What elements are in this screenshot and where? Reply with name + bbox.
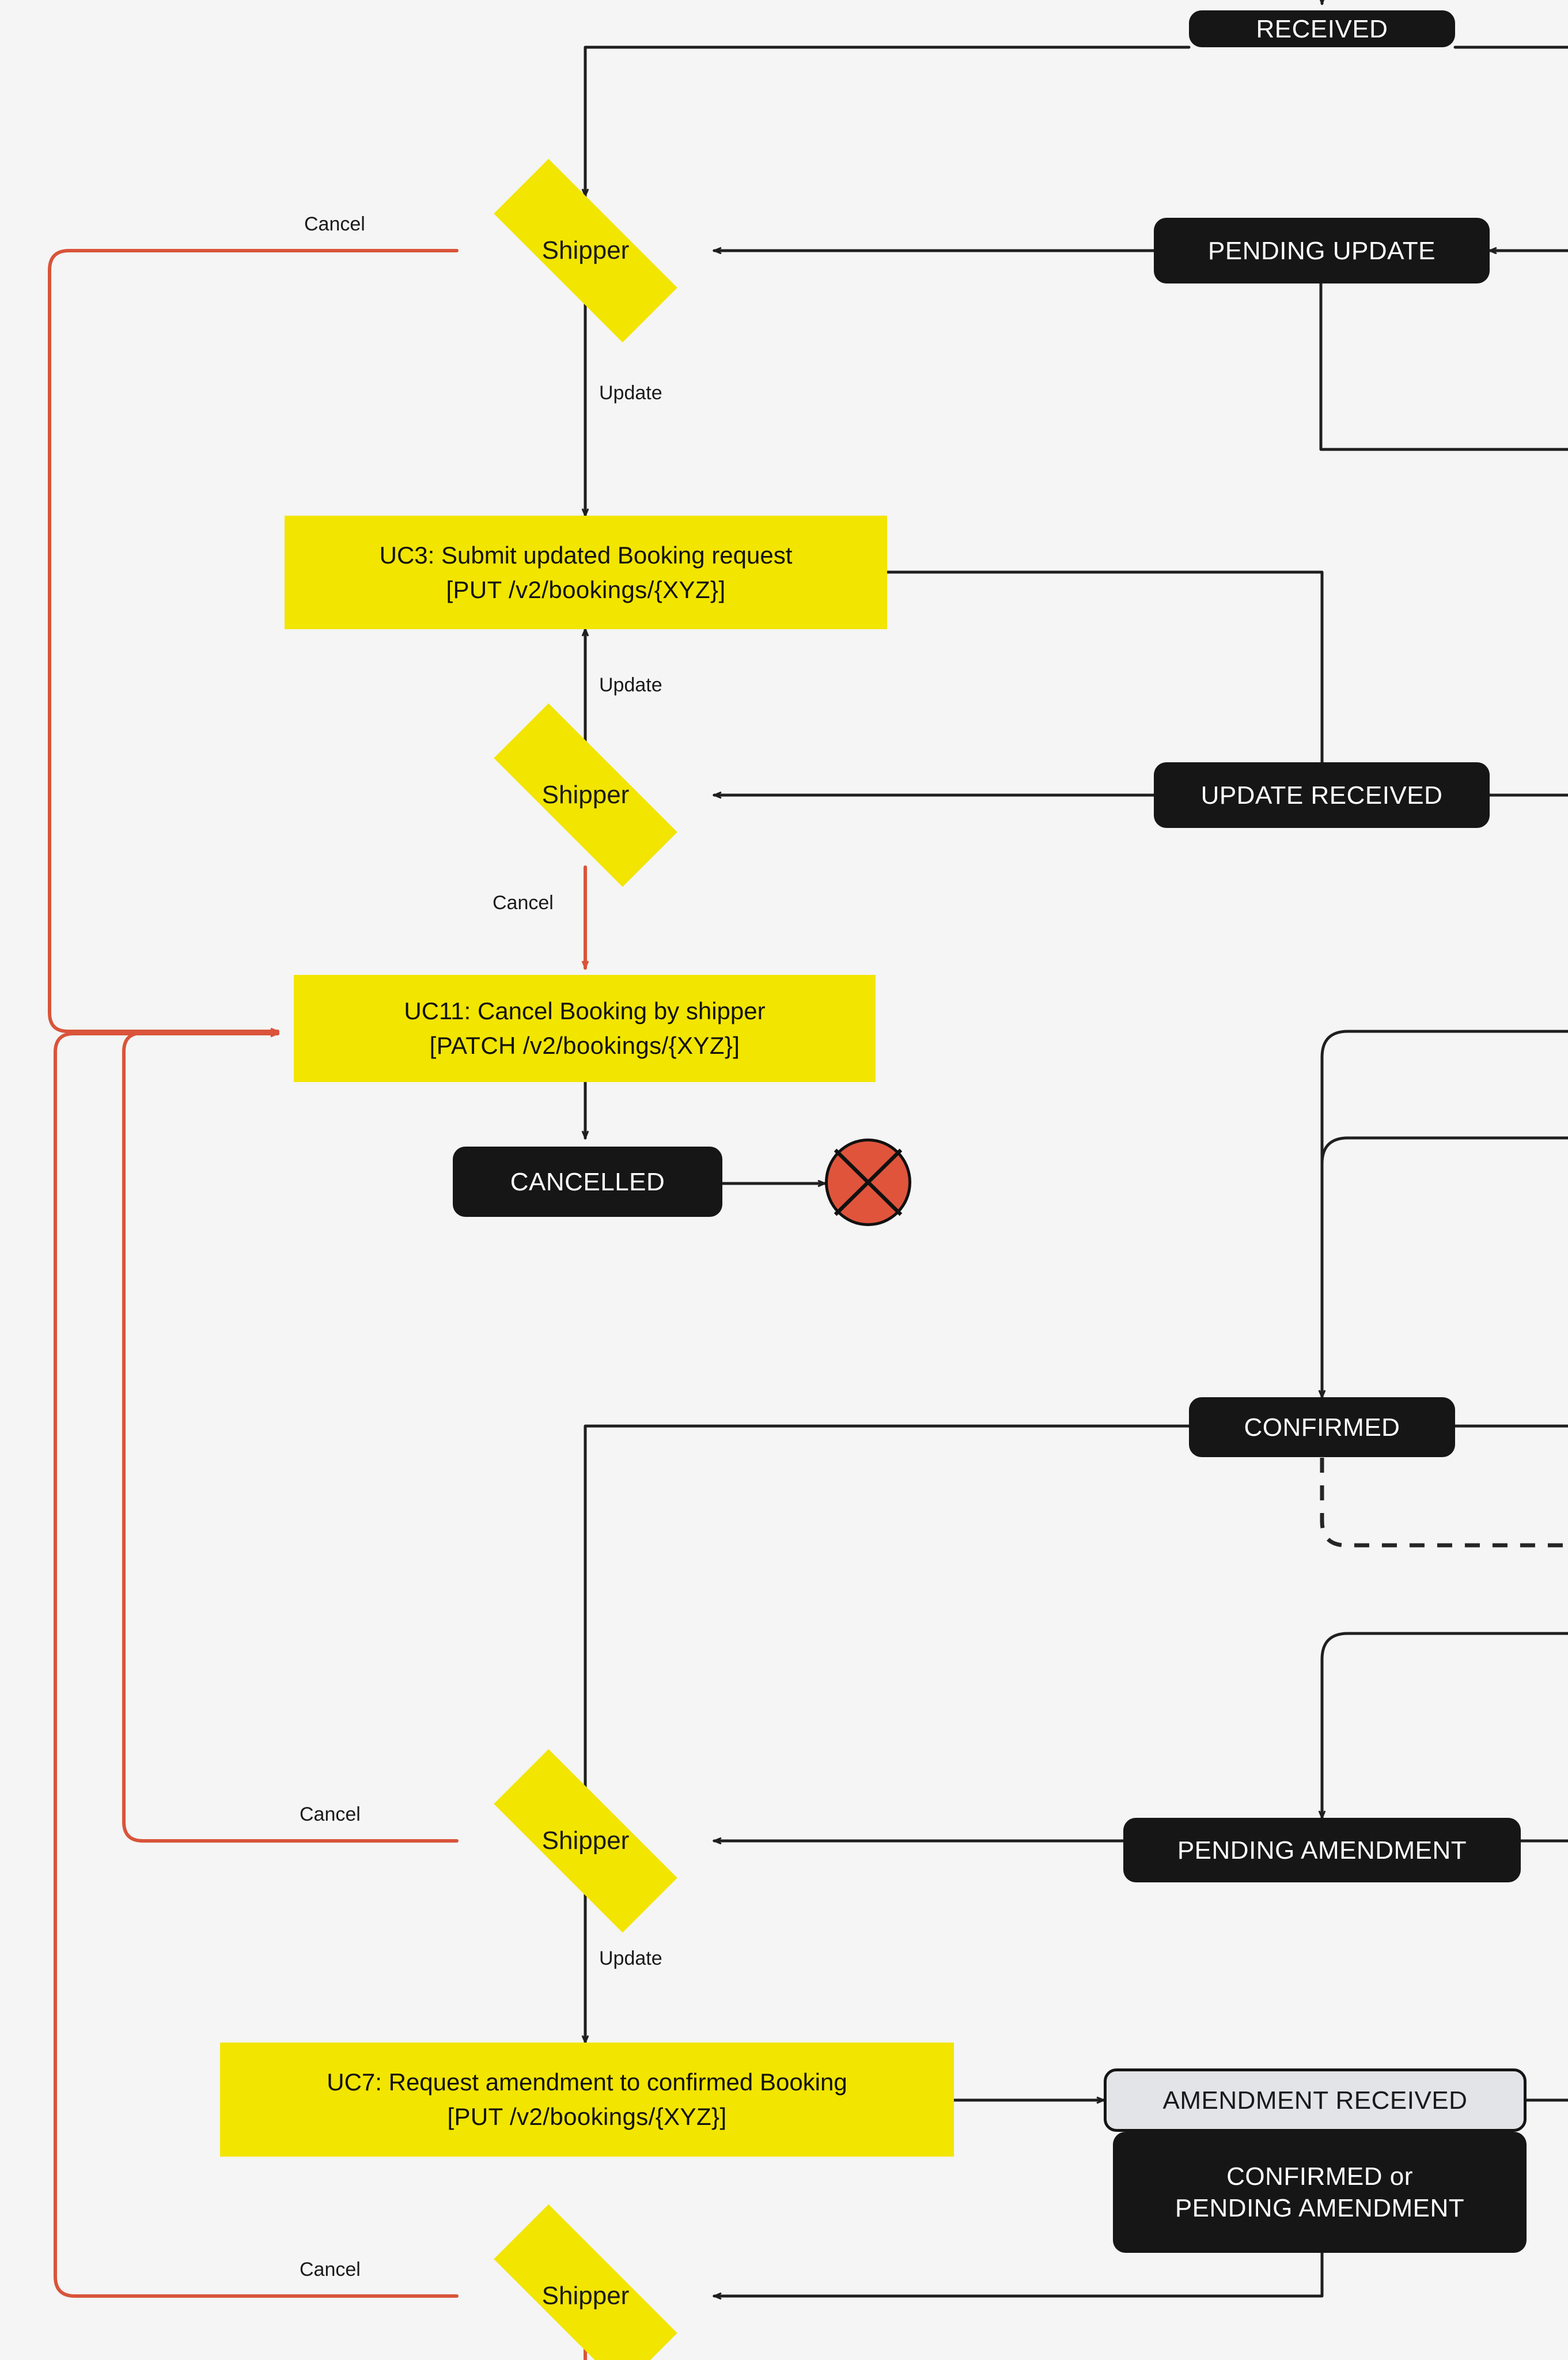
decision-node-shipper-1[interactable]: Shipper	[457, 158, 714, 343]
usecase-uc7-line1: UC7: Request amendment to confirmed Book…	[327, 2068, 847, 2096]
usecase-uc11-line1: UC11: Cancel Booking by shipper	[404, 997, 766, 1025]
state-label-pending-update: PENDING UPDATE	[1208, 236, 1436, 265]
state-node-pending-amendment[interactable]: PENDING AMENDMENT	[1123, 1818, 1521, 1882]
usecase-uc3-line2: [PUT /v2/bookings/{XYZ}]	[446, 576, 726, 603]
edge-label-update-2: Update	[599, 674, 662, 696]
state-label-confirmed-or-line2: PENDING AMENDMENT	[1175, 2194, 1465, 2222]
state-label-confirmed: CONFIRMED	[1244, 1413, 1400, 1442]
decision-label-shipper-2: Shipper	[541, 781, 630, 809]
edge-layer	[48, 0, 1568, 2360]
state-node-confirmed-or-pending-amendment[interactable]: CONFIRMED or PENDING AMENDMENT	[1113, 2132, 1527, 2253]
state-node-received[interactable]: RECEIVED	[1189, 10, 1455, 47]
state-label-cancelled: CANCELLED	[510, 1167, 665, 1196]
usecase-node-uc3[interactable]: UC3: Submit updated Booking request [PUT…	[285, 516, 887, 629]
state-node-update-received[interactable]: UPDATE RECEIVED	[1154, 762, 1490, 828]
decision-label-shipper-3: Shipper	[541, 1826, 630, 1855]
decision-node-shipper-2[interactable]: Shipper	[457, 703, 714, 887]
usecase-uc11-line2: [PATCH /v2/bookings/{XYZ}]	[429, 1032, 740, 1059]
state-node-cancelled[interactable]: CANCELLED	[453, 1147, 722, 1217]
state-label-confirmed-or-line1: CONFIRMED or	[1226, 2162, 1413, 2191]
edge-label-update-3: Update	[599, 1947, 662, 1969]
edge-label-cancel-3: Cancel	[300, 1803, 361, 1825]
usecase-uc7-line2: [PUT /v2/bookings/{XYZ}]	[447, 2103, 727, 2130]
edge-label-cancel-4: Cancel	[300, 2259, 361, 2280]
decision-label-shipper-1: Shipper	[541, 236, 630, 264]
edge-label-update-1: Update	[599, 382, 662, 404]
state-label-update-received: UPDATE RECEIVED	[1200, 781, 1443, 810]
usecase-node-uc7[interactable]: UC7: Request amendment to confirmed Book…	[220, 2043, 954, 2157]
decision-label-shipper-4: Shipper	[541, 2282, 630, 2310]
flowchart-canvas: RECEIVED PENDING UPDATE UPDATE RECEIVED …	[0, 0, 1568, 2360]
state-label-pending-amendment: PENDING AMENDMENT	[1177, 1836, 1467, 1864]
decision-node-shipper-4[interactable]: Shipper	[457, 2204, 714, 2360]
state-label-amendment-received: AMENDMENT RECEIVED	[1162, 2086, 1468, 2115]
usecase-uc3-line1: UC3: Submit updated Booking request	[379, 541, 793, 569]
state-label-received: RECEIVED	[1256, 14, 1388, 43]
state-node-confirmed[interactable]: CONFIRMED	[1189, 1397, 1455, 1457]
decision-node-shipper-3[interactable]: Shipper	[457, 1749, 714, 1933]
edge-label-cancel-1: Cancel	[304, 213, 365, 235]
state-node-amendment-received[interactable]: AMENDMENT RECEIVED	[1104, 2068, 1527, 2132]
state-node-pending-update[interactable]: PENDING UPDATE	[1154, 218, 1490, 283]
usecase-node-uc11[interactable]: UC11: Cancel Booking by shipper [PATCH /…	[294, 975, 876, 1082]
terminal-x-icon	[825, 1139, 911, 1226]
edge-label-cancel-2: Cancel	[493, 892, 554, 914]
